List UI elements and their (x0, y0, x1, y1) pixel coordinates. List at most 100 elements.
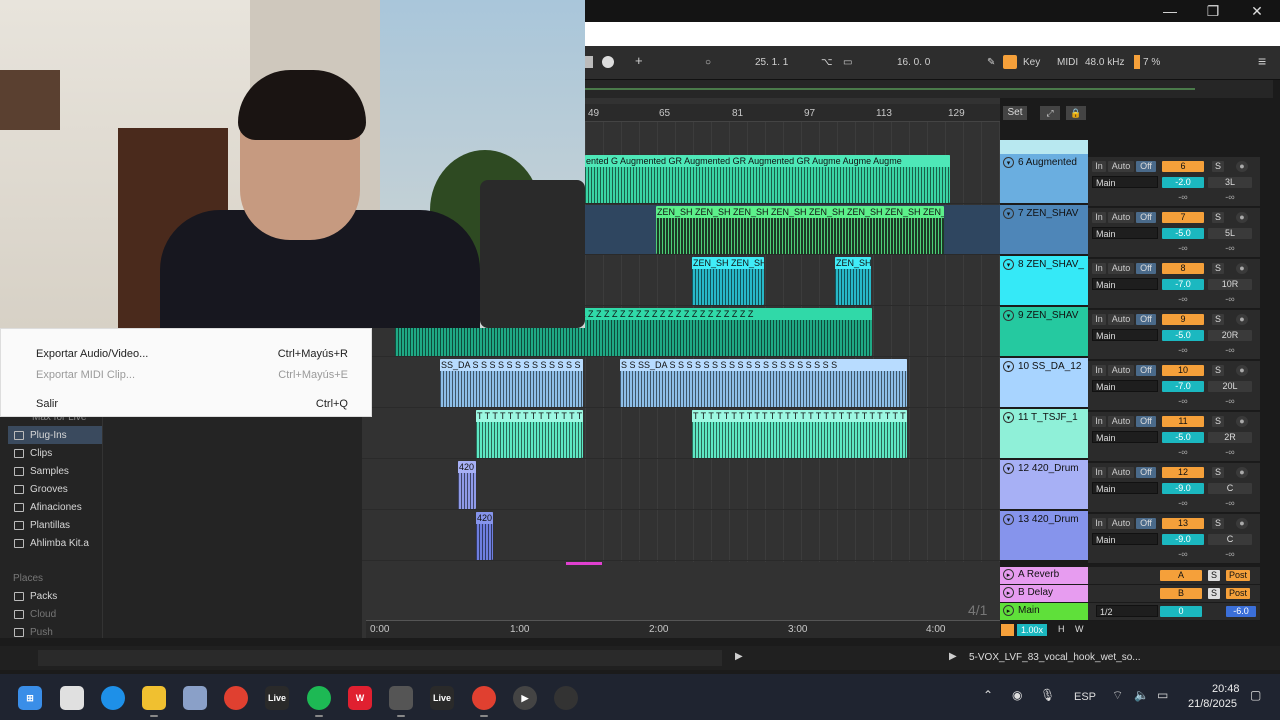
keyboard-icon[interactable] (1001, 624, 1014, 636)
draw-mode-icon[interactable]: ✎ (987, 57, 995, 68)
input-monitor-off[interactable]: Off (1136, 212, 1156, 223)
media-player-icon[interactable]: ▶ (513, 686, 537, 710)
chevron-down-icon[interactable]: ▾ (1003, 463, 1014, 474)
clock-time[interactable]: 20:48 (1212, 683, 1240, 695)
close-button[interactable]: ✕ (1235, 0, 1279, 22)
restore-button[interactable]: ❐ (1191, 0, 1235, 22)
clip[interactable]: 420 (476, 512, 493, 560)
wps-icon[interactable]: W (348, 686, 372, 710)
browser-item-grooves[interactable]: Grooves (14, 484, 68, 495)
output-select[interactable]: 1/2 (1096, 605, 1158, 617)
output-select[interactable]: Main (1092, 431, 1158, 443)
solo-button[interactable]: S (1212, 161, 1224, 172)
hamburger-menu-icon[interactable]: ≡ (1258, 53, 1266, 69)
spotify-icon[interactable] (307, 686, 331, 717)
input-monitor-auto[interactable]: Auto (1108, 314, 1134, 325)
pan-field[interactable]: C (1208, 534, 1252, 545)
solo-button[interactable]: S (1212, 416, 1224, 427)
notes-icon[interactable] (183, 686, 207, 710)
record-button[interactable] (602, 56, 614, 68)
volume-field[interactable]: -7.0 (1162, 381, 1204, 392)
main-track[interactable]: ▸ Main (1000, 603, 1088, 620)
track-header[interactable]: ▾ 11 T_TSJF_1 (1000, 409, 1088, 458)
track-activator[interactable]: B (1160, 588, 1202, 599)
windows-start-icon[interactable]: ⊞ (18, 686, 42, 710)
output-select[interactable]: Main (1092, 482, 1158, 494)
input-monitor-auto[interactable]: Auto (1108, 416, 1134, 427)
volume-field[interactable]: -5.0 (1162, 330, 1204, 341)
input-monitor-in[interactable]: In (1092, 161, 1106, 172)
chevron-up-icon[interactable]: ⌃ (983, 688, 993, 702)
play-icon[interactable]: ▶ (949, 651, 957, 662)
input-monitor-auto[interactable]: Auto (1108, 365, 1134, 376)
play-icon[interactable]: ▸ (1003, 605, 1014, 616)
clip[interactable]: T T T T T T T T T T T T T T T T T T T T … (692, 410, 907, 458)
input-monitor-auto[interactable]: Auto (1108, 467, 1134, 478)
automation-clip[interactable] (566, 562, 602, 565)
input-monitor-off[interactable]: Off (1136, 467, 1156, 478)
ableton-live-active-icon[interactable]: Live (430, 686, 454, 710)
microphone-icon[interactable]: 🎙 (1040, 688, 1055, 702)
arrangement-overview[interactable] (585, 80, 1273, 98)
solo-button[interactable]: S (1208, 570, 1220, 581)
chevron-down-icon[interactable]: ▾ (1003, 259, 1014, 270)
volume-field[interactable]: -5.0 (1162, 432, 1204, 443)
chevron-down-icon[interactable]: ▾ (1003, 361, 1014, 372)
keyboard-icon[interactable] (1003, 55, 1017, 69)
volume-field[interactable]: -2.0 (1162, 177, 1204, 188)
solo-button[interactable]: S (1208, 588, 1220, 599)
browser-item-templates[interactable]: Plantillas (14, 520, 70, 531)
input-monitor-in[interactable]: In (1092, 212, 1106, 223)
arm-button[interactable]: ● (1236, 161, 1248, 172)
pan-field[interactable]: 2R (1208, 432, 1252, 443)
language-indicator[interactable]: ESP (1074, 691, 1096, 703)
track-number[interactable]: 10 (1162, 365, 1204, 376)
track-header[interactable]: ▾ 12 420_Drum (1000, 460, 1088, 509)
arm-button[interactable]: ● (1236, 212, 1248, 223)
volume-icon[interactable]: 🔈 (1134, 688, 1149, 702)
add-icon[interactable]: + (635, 53, 643, 68)
track-header[interactable]: ▾ 7 ZEN_SHAV (1000, 205, 1088, 254)
input-monitor-in[interactable]: In (1092, 518, 1106, 529)
h-toggle[interactable]: H (1058, 624, 1065, 634)
song-position[interactable]: 25. 1. 1 (755, 57, 788, 68)
expand-icon[interactable]: ⤢ (1040, 106, 1060, 120)
input-monitor-off[interactable]: Off (1136, 416, 1156, 427)
chevron-down-icon[interactable]: ▾ (1003, 310, 1014, 321)
input-monitor-in[interactable]: In (1092, 314, 1106, 325)
track-number[interactable]: 11 (1162, 416, 1204, 427)
output-select[interactable]: Main (1092, 329, 1158, 341)
clip[interactable]: S S SS_DA S S S S S S S S S S S S S S S … (620, 359, 907, 407)
time-ruler[interactable]: 0:00 1:00 2:00 3:00 4:00 (366, 620, 1000, 638)
track-header[interactable]: ▾ 10 SS_DA_12 (1000, 358, 1088, 407)
track-number[interactable]: 12 (1162, 467, 1204, 478)
input-monitor-auto[interactable]: Auto (1108, 161, 1134, 172)
solo-button[interactable]: S (1212, 263, 1224, 274)
input-monitor-off[interactable]: Off (1136, 365, 1156, 376)
volume-field[interactable]: -7.0 (1162, 279, 1204, 290)
loop-icon[interactable]: ○ (705, 57, 711, 68)
midi-map-button[interactable]: MIDI (1057, 57, 1078, 68)
place-cloud[interactable]: Cloud (14, 609, 56, 620)
loop-length[interactable]: 16. 0. 0 (897, 57, 930, 68)
play-icon[interactable]: ▶ (735, 651, 743, 662)
place-packs[interactable]: Packs (14, 591, 57, 602)
punch-icon[interactable]: ▭ (843, 57, 852, 68)
clip[interactable]: ented G Augmented GR Augmented GR Augmen… (585, 155, 950, 203)
track-header[interactable]: ▾ 8 ZEN_SHAV_ (1000, 256, 1088, 305)
chevron-down-icon[interactable]: ▾ (1003, 514, 1014, 525)
arm-button[interactable]: ● (1236, 314, 1248, 325)
place-push[interactable]: Push (14, 627, 53, 638)
track-number[interactable]: 7 (1162, 212, 1204, 223)
chrome-profile-icon[interactable] (472, 686, 496, 717)
input-monitor-in[interactable]: In (1092, 365, 1106, 376)
browser-item-plugins[interactable]: Plug-Ins (14, 430, 67, 441)
input-monitor-in[interactable]: In (1092, 263, 1106, 274)
chevron-down-icon[interactable]: ▾ (1003, 412, 1014, 423)
input-monitor-off[interactable]: Off (1136, 161, 1156, 172)
browser-item-kit[interactable]: Ahlimba Kit.a (14, 538, 89, 549)
arm-button[interactable]: ● (1236, 263, 1248, 274)
w-toggle[interactable]: W (1075, 624, 1084, 634)
task-view-icon[interactable] (60, 686, 84, 710)
stop-button[interactable] (585, 56, 593, 68)
